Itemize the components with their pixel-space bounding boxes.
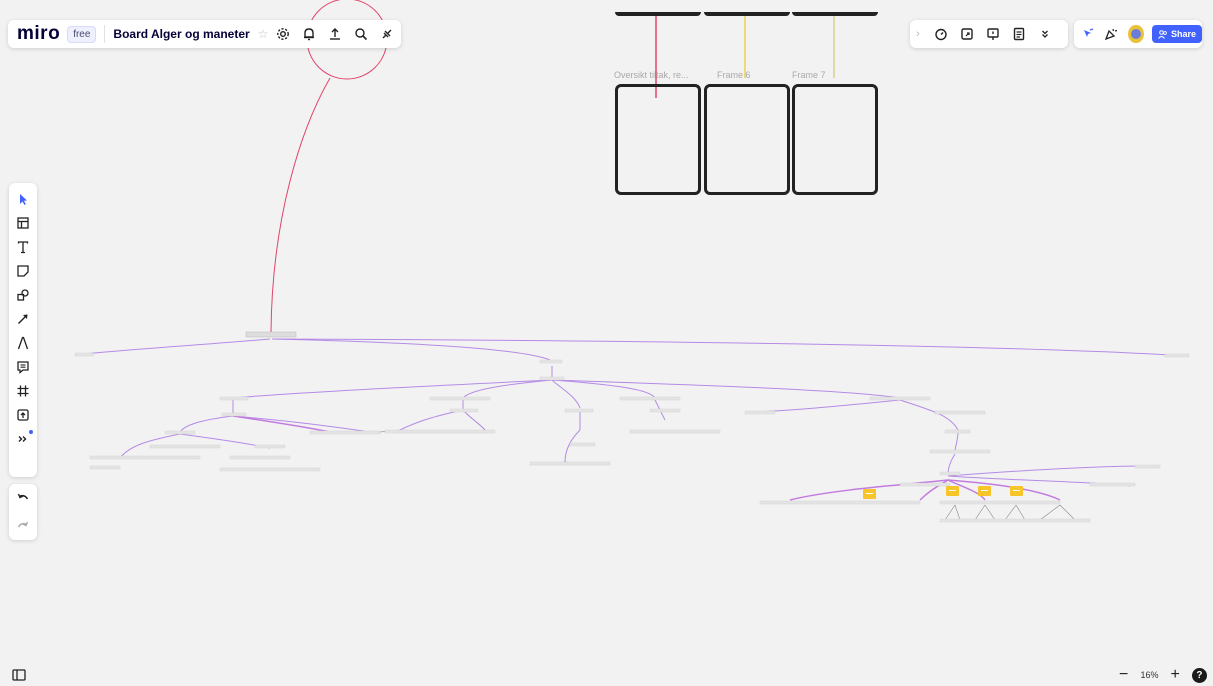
notes-icon[interactable] [1008,23,1030,45]
undo-icon[interactable] [11,486,35,510]
timer-icon[interactable] [930,23,952,45]
miro-logo[interactable]: miro [17,23,60,45]
plan-badge[interactable]: free [67,25,97,43]
frame-2[interactable] [704,84,790,195]
sticky-note-2[interactable] [946,486,959,496]
sticky-note-1[interactable] [863,489,876,499]
board-header: miro free Board Alger og maneter ☆ [8,20,401,48]
frame-top-edge-3 [792,12,878,16]
frame-label-2[interactable]: Frame 6 [717,70,751,80]
zoom-out-button[interactable]: − [1119,666,1128,684]
comment-icon[interactable] [11,355,35,379]
frame-top-edge-1 [615,12,701,16]
leaf-links [379,429,1076,521]
shapes-icon[interactable] [11,283,35,307]
more-tools-icon[interactable] [11,427,35,451]
connection-line-icon[interactable] [11,307,35,331]
star-icon[interactable]: ☆ [258,27,269,41]
sticky-note-4[interactable] [1010,486,1023,496]
zoom-level[interactable]: 16% [1140,670,1158,680]
frame-1[interactable] [615,84,701,195]
share-screen-icon[interactable] [956,23,978,45]
mindmap-layer [74,0,1190,523]
zoom-in-button[interactable]: + [1171,666,1180,684]
celebrate-icon[interactable] [1101,23,1120,45]
integrations-icon[interactable] [376,23,398,45]
sidebar-toggle-icon [12,669,26,681]
frame-label-3[interactable]: Frame 7 [792,70,826,80]
mindmap-nodes [74,352,1190,523]
board-canvas[interactable]: Oversikt tiltak, re... Frame 6 Frame 7 [0,0,1213,682]
highlight-branches [232,415,1061,501]
share-button[interactable]: Share [1151,25,1202,43]
frame-top-edge-2 [704,12,790,16]
redo-icon[interactable] [11,514,35,538]
settings-icon[interactable] [272,23,294,45]
sticky-note-3[interactable] [978,486,991,496]
collab-toolbar: › [910,20,1068,48]
board-title[interactable]: Board Alger og maneter [113,27,249,41]
people-icon [1158,29,1167,39]
header-divider [104,25,106,43]
select-cursor-icon[interactable] [11,187,35,211]
frame-label-1[interactable]: Oversikt tiltak, re... [614,70,689,80]
presentation-icon[interactable] [982,23,1004,45]
sticky-note-icon[interactable] [11,259,35,283]
frame-icon[interactable] [11,379,35,403]
templates-icon[interactable] [11,211,35,235]
root-node [245,331,297,338]
upload-icon[interactable] [11,403,35,427]
bell-icon[interactable] [298,23,320,45]
text-icon[interactable] [11,235,35,259]
chevron-double-down-icon[interactable] [1034,23,1056,45]
zoom-controls: − 16% + ? [1113,664,1213,686]
frame-3[interactable] [792,84,878,195]
mindmap-branches [83,338,1171,487]
pen-icon[interactable] [11,331,35,355]
help-button[interactable]: ? [1191,667,1207,683]
cursor-reactions-icon[interactable] [1078,23,1097,45]
creation-toolbar [9,183,37,477]
red-connector [270,77,331,333]
user-toolbar: Share [1074,20,1202,48]
export-icon[interactable] [324,23,346,45]
board-panel-toggle[interactable] [12,668,30,682]
history-toolbar [9,484,37,540]
new-indicator-dot [29,430,33,434]
chevron-left-icon[interactable]: › [916,28,920,40]
search-icon[interactable] [350,23,372,45]
avatar[interactable] [1128,25,1144,43]
share-label: Share [1170,29,1196,39]
